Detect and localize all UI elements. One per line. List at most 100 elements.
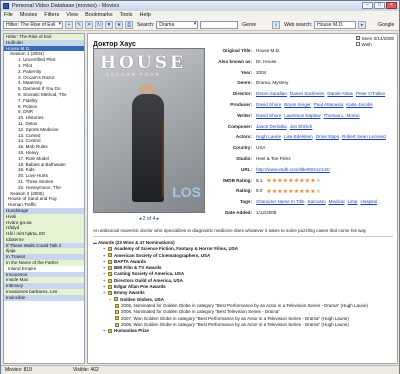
detail-link[interactable]: Daniel Sackheim [290,91,324,96]
menu-bar: File Movies Filters View Bookmarks Tools Help [1,11,399,19]
star-icon[interactable] [288,177,294,183]
web-search-icon[interactable]: ⌕ [272,20,281,29]
rating-number: 9.0 [256,188,263,194]
detail-link[interactable]: Jon Ehrlich [290,124,313,129]
close-button[interactable]: × [386,2,397,9]
delete-icon[interactable]: ✕ [85,20,93,29]
menu-view[interactable]: View [66,12,78,18]
detail-link[interactable]: Omar Epps [316,134,339,139]
detail-link[interactable]: Hugh Laurie [256,134,281,139]
web-search-input[interactable]: House M.D. [314,20,357,29]
star-icon[interactable] [315,177,321,183]
detail-link[interactable]: Medical [329,199,345,204]
menu-bookmarks[interactable]: Bookmarks [85,12,113,18]
genre-label: Genre [242,21,257,28]
menu-tools[interactable]: Tools [120,12,133,18]
status-bar: Movies: 819 Visible: 462 [1,365,399,374]
filter-icon[interactable]: ▼ [105,20,113,29]
expand-icon[interactable]: + [103,328,107,334]
print-icon[interactable]: ⎙ [125,20,133,29]
star-icon[interactable] [271,177,277,183]
detail-link[interactable]: Bryan Singer [284,102,311,107]
add-icon[interactable]: + [65,20,73,29]
detail-link[interactable]: Sarcasm [308,199,326,204]
bookmark-icon[interactable]: ★ [115,20,123,29]
detail-value: USA [256,145,266,151]
star-icon[interactable] [293,177,299,183]
poster-title: HOUSE [100,53,186,73]
detail-label: Date Added: [225,209,252,215]
detail-link[interactable]: Robert Sean Leonard [342,134,386,139]
poster-pager[interactable]: ◂ 2 of 4 ▸ [93,216,205,222]
award-icon [108,247,112,252]
detail-link[interactable]: Lawrence Kaplow [284,113,320,118]
detail-link[interactable]: Jason Derlatka [256,124,287,129]
movie-list[interactable]: Hitler: The Rise of Evil Holli-dei House M… [3,33,85,364]
detail-link[interactable]: David Shore [256,113,281,118]
star-icon[interactable] [282,188,288,194]
menu-file[interactable]: File [4,12,13,18]
detail-label: Studio: [236,155,252,161]
edit-icon[interactable]: ✎ [75,20,83,29]
detail-link[interactable]: Limp [347,199,357,204]
menu-help[interactable]: Help [139,12,150,18]
star-icon[interactable] [266,188,272,194]
expand-icon[interactable]: + [103,290,107,296]
star-icon[interactable] [266,177,272,183]
maximize-button[interactable]: □ [374,2,385,9]
wish-checkbox[interactable]: Wish [355,41,394,47]
collapse-icon[interactable]: ▬ [93,240,97,246]
seen-check-icon[interactable] [355,35,360,41]
search-input[interactable] [200,20,239,29]
web-search-go-icon[interactable]: ▸ [358,20,367,29]
seen-checkbox[interactable]: Seen 3/14/2008 [355,35,394,41]
star-icon[interactable] [277,188,283,194]
star-icon[interactable] [299,177,305,183]
menu-filters[interactable]: Filters [44,12,59,18]
detail-link[interactable]: Thomas L. Moran [324,113,360,118]
menu-movies[interactable]: Movies [20,12,37,18]
detail-link[interactable]: Lisa Edelstein [284,134,313,139]
star-icon[interactable] [310,177,316,183]
collapse-icon[interactable]: − [109,297,113,303]
star-icon[interactable] [271,188,277,194]
poster-cane [162,119,164,197]
detail-link[interactable]: Character Name In Title [256,199,305,204]
award-row[interactable]: + Humanitas Prize [93,328,393,334]
detail-row: Genre: Drama, Mystery [208,80,396,91]
details-table: Original Title: House M.D. Also known as: D… [208,48,396,221]
detail-link[interactable]: Peter O'Fallon [356,91,385,96]
award-text: Humanitas Prize [114,328,150,334]
star-icon[interactable] [315,188,321,194]
refresh-icon[interactable]: ↻ [95,20,103,29]
detail-link[interactable]: Hospital [360,199,377,204]
list-item[interactable]: Invincible [4,294,84,301]
star-icon[interactable] [304,188,310,194]
google-label[interactable]: Google [378,22,394,28]
filter-dropdown[interactable]: Hitler: The Rise of Evil [3,20,63,29]
detail-label: Tags: [240,199,252,205]
star-icon[interactable] [304,177,310,183]
star-icon[interactable] [282,177,288,183]
star-icon[interactable] [288,188,294,194]
star-icon[interactable] [310,188,316,194]
detail-link[interactable]: Paul Attanasio [314,102,343,107]
detail-row: Composer: Jason Derlatka Jon Ehrlich [208,124,396,135]
detail-link[interactable]: Daniel Attias [327,91,353,96]
star-icon[interactable] [299,188,305,194]
search-field-select[interactable]: Drama [156,20,199,29]
award-text: Golden Globes, USA [120,296,165,302]
poster-image[interactable]: HOUSE SEASON FOUR LOS [93,48,205,213]
award-text: 2006, Won Golden Globe in category "Best… [121,321,349,327]
star-icon[interactable] [277,177,283,183]
detail-link[interactable]: David Shore [256,102,281,107]
minimize-button[interactable]: – [362,2,373,9]
detail-link[interactable]: Deran Sarafian [256,91,287,96]
detail-link[interactable]: Katie Jacobs [346,102,372,107]
rating-stars[interactable] [266,188,321,194]
star-icon[interactable] [293,188,299,194]
wish-check-icon[interactable] [355,42,360,46]
detail-link[interactable]: http://www.imdb.com/title/tt0412142/ [256,167,330,172]
detail-links: Deran Sarafian Daniel Sackheim Daniel Atti… [256,91,396,102]
rating-stars[interactable] [266,177,321,183]
